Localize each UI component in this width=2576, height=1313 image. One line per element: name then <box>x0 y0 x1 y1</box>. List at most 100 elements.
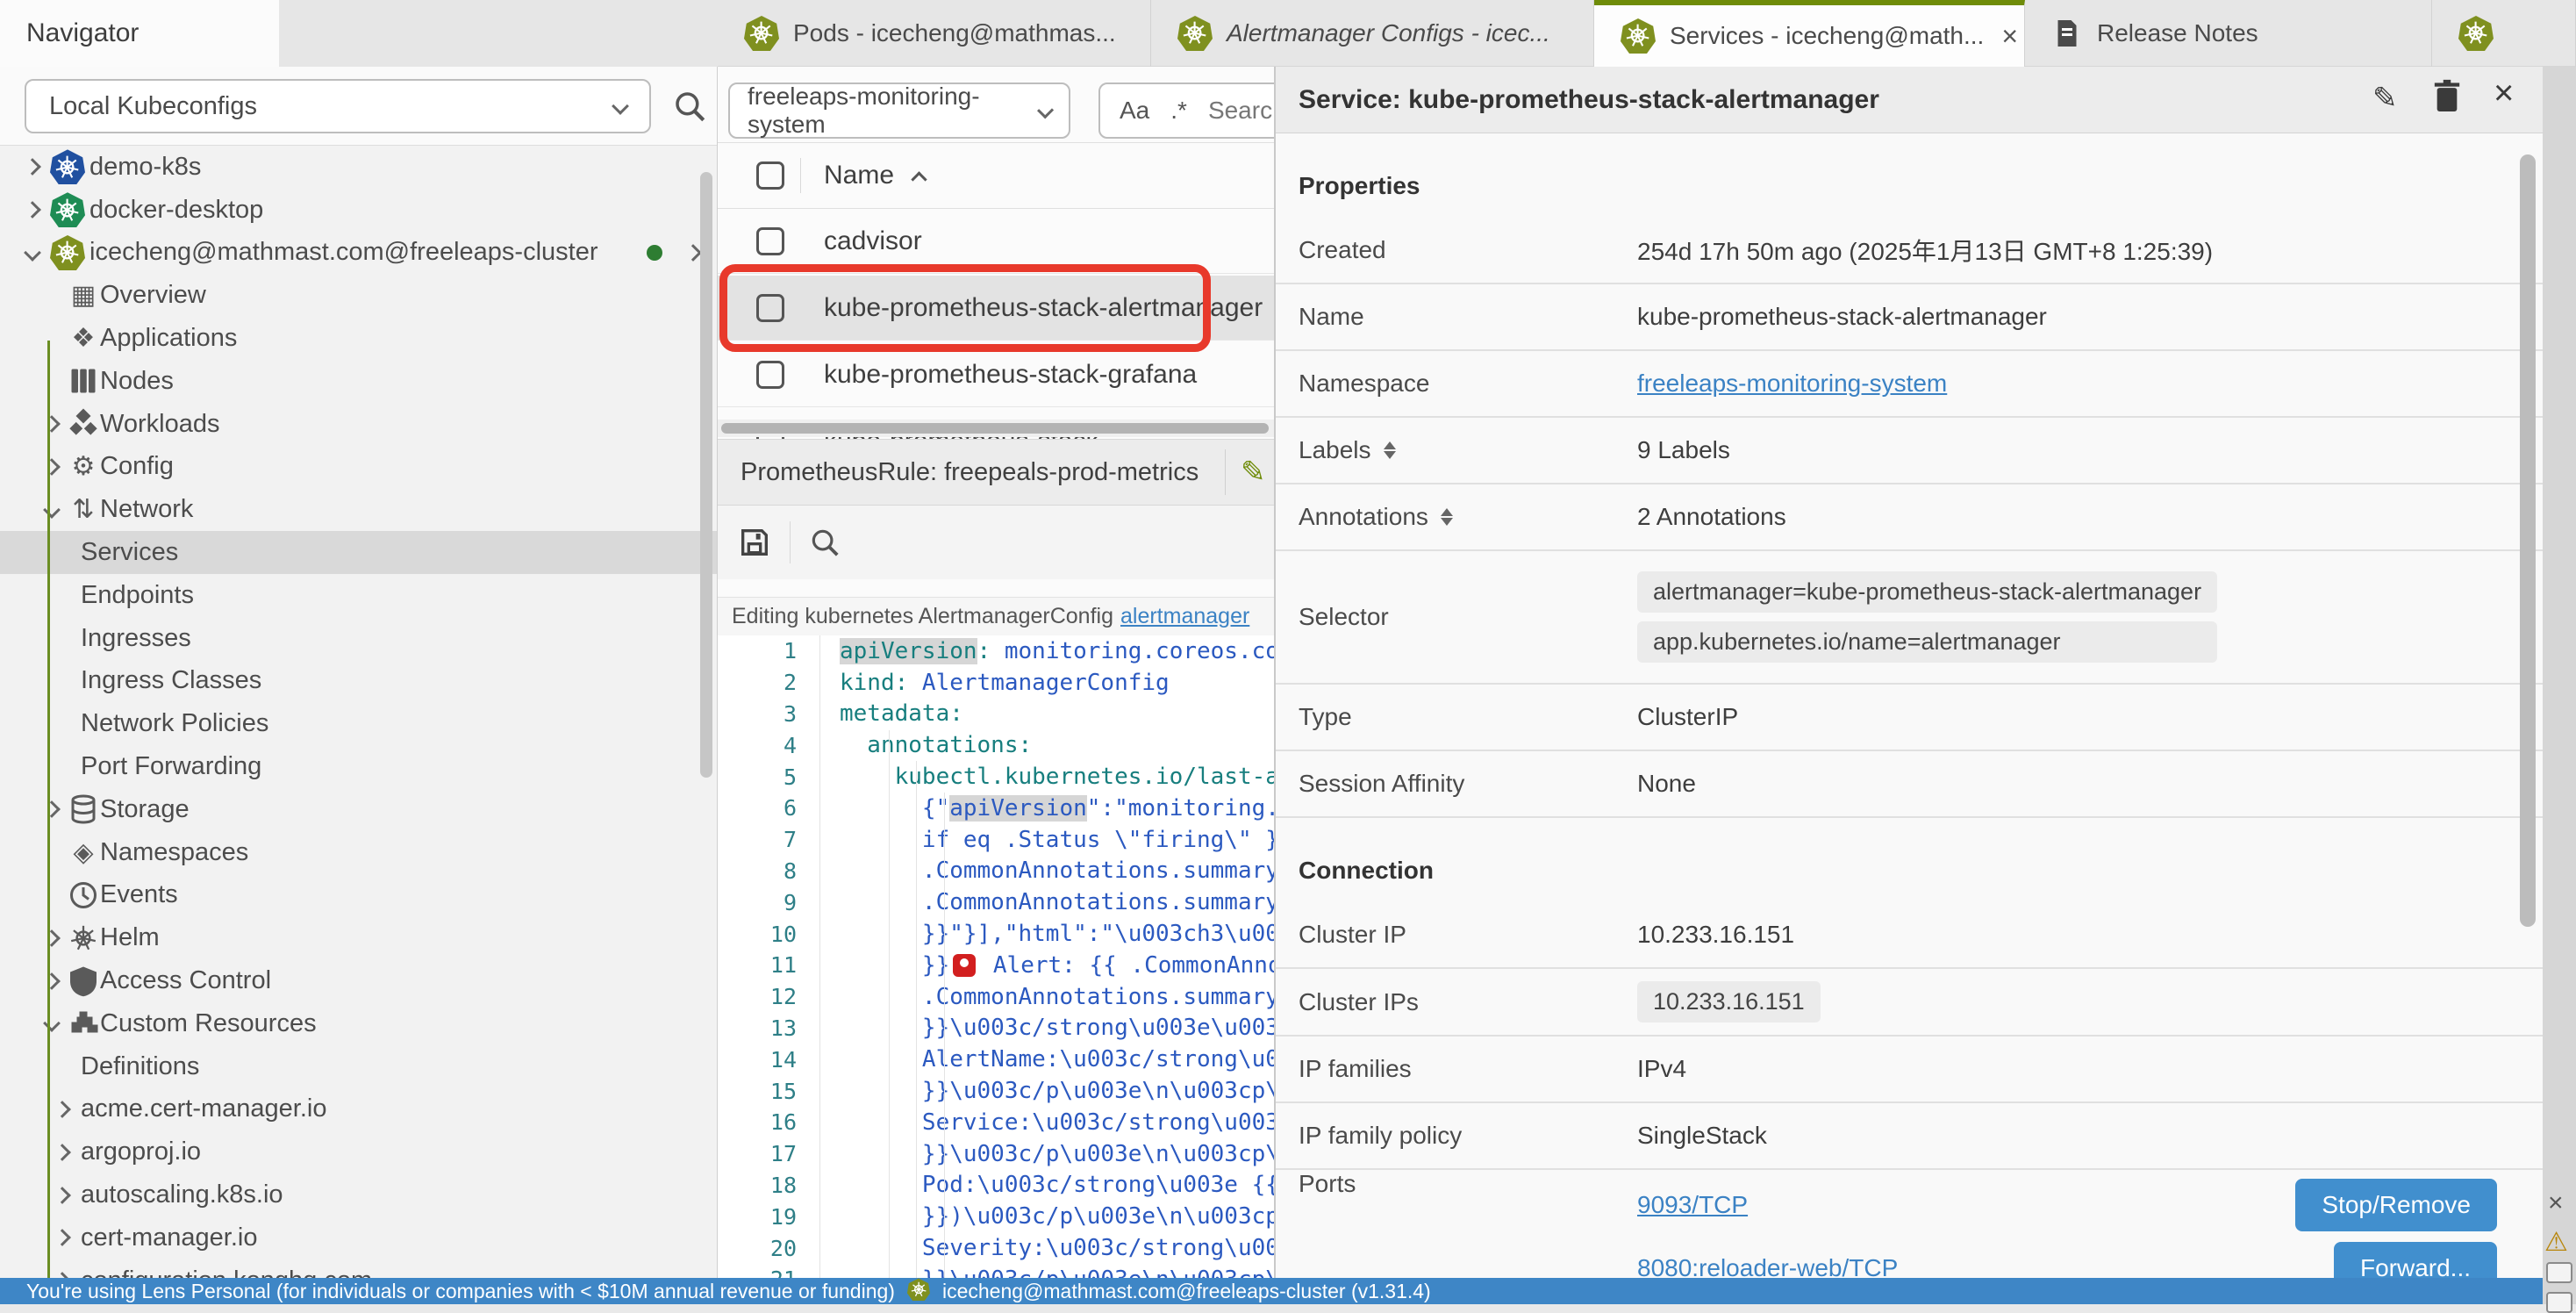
tab-alertmanager[interactable]: Alertmanager Configs - icec... <box>1151 0 1594 67</box>
table-row[interactable]: cadvisor <box>718 209 1274 274</box>
row-checkbox[interactable] <box>756 361 784 389</box>
navigator-sidebar: Local Kubeconfigs demo-k8sdocker-desktop… <box>0 67 718 1304</box>
delete-service-icon[interactable] <box>2432 79 2462 114</box>
row-checkbox[interactable] <box>756 294 784 322</box>
chevron-down-icon[interactable] <box>24 244 41 262</box>
detail-title: Service: kube-prometheus-stack-alertmana… <box>1299 85 1879 115</box>
sidebar-item-events[interactable]: Events <box>0 874 717 917</box>
scrollbar-thumb[interactable] <box>721 423 1269 434</box>
sidebar-item-network-policies[interactable]: Network Policies <box>0 702 717 745</box>
close-panel-icon[interactable]: × <box>2494 74 2514 113</box>
detail-label-text: Selector <box>1299 603 1389 631</box>
editor-toolbar <box>718 506 1274 579</box>
chevron-right-icon[interactable] <box>24 201 41 219</box>
chevron-right-icon[interactable] <box>43 458 61 476</box>
line-number: 1 <box>718 638 819 664</box>
code-text: annotations: <box>819 729 1032 761</box>
kubeconfig-select[interactable]: Local Kubeconfigs <box>25 79 651 133</box>
chevron-right-icon[interactable] <box>43 415 61 433</box>
storage-icon <box>67 793 100 826</box>
navigator-title: Navigator <box>26 18 139 48</box>
chevron-down-icon[interactable] <box>43 1015 61 1032</box>
sidebar-item-overview[interactable]: ▦Overview <box>0 274 717 317</box>
code-segment: }}\u003c/strong\u003e\u003c/h3 <box>840 1015 1274 1041</box>
sidebar-item-argoproj-io[interactable]: argoproj.io <box>0 1130 717 1173</box>
tab-pods[interactable]: Pods - icecheng@mathmas... <box>718 0 1151 67</box>
sort-toggle-icon[interactable] <box>1384 441 1396 459</box>
tab-release[interactable]: Release Notes <box>2025 0 2432 67</box>
chevron-right-icon[interactable] <box>54 1144 71 1161</box>
regex-toggle[interactable]: .* <box>1170 97 1187 125</box>
sidebar-item-ingresses[interactable]: Ingresses <box>0 617 717 660</box>
chevron-right-icon[interactable] <box>43 800 61 818</box>
sidebar-item-acme-cert-manager-io[interactable]: acme.cert-manager.io <box>0 1088 717 1131</box>
row-checkbox[interactable] <box>756 227 784 255</box>
sidebar-item-custom-resources[interactable]: Custom Resources <box>0 1002 717 1045</box>
tab-navigator[interactable]: Navigator <box>0 0 279 67</box>
chevron-right-icon[interactable] <box>43 929 61 947</box>
sidebar-item-demo-k8s[interactable]: demo-k8s <box>0 146 717 189</box>
sidebar-item-workloads[interactable]: Workloads <box>0 403 717 446</box>
sidebar-item-ingress-classes[interactable]: Ingress Classes <box>0 660 717 703</box>
port-action-button[interactable]: Stop/Remove <box>2295 1179 2497 1231</box>
sidebar-item-label: Access Control <box>100 966 271 995</box>
sort-ascending-icon[interactable] <box>911 171 927 187</box>
close-tab-icon[interactable]: × <box>1998 20 2021 53</box>
chevron-right-icon[interactable] <box>24 158 41 176</box>
sidebar-item-endpoints[interactable]: Endpoints <box>0 574 717 617</box>
sidebar-item-label: Config <box>100 452 174 481</box>
detail-scrollbar[interactable] <box>2520 154 2536 927</box>
chevron-right-icon[interactable] <box>43 972 61 990</box>
namespace-link[interactable]: freeleaps-monitoring-system <box>1637 370 1947 398</box>
sidebar-item-nodes[interactable]: Nodes <box>0 360 717 403</box>
detail-label: Name <box>1299 303 1637 331</box>
sidebar-item-icecheng-mathmast-com-freeleaps-cluster[interactable]: icecheng@mathmast.com@freeleaps-cluster <box>0 232 717 275</box>
name-column-header[interactable]: Name <box>824 161 894 190</box>
tab-partial[interactable] <box>2432 0 2576 67</box>
namespace-select[interactable]: freeleaps-monitoring-system <box>728 83 1070 139</box>
sidebar-item-cert-manager-io[interactable]: cert-manager.io <box>0 1216 717 1259</box>
alertmanager-config-link[interactable]: alertmanager <box>1120 604 1249 629</box>
yaml-editor[interactable]: 1apiVersion: monitoring.coreos.com/v12ki… <box>718 635 1274 1278</box>
sidebar-item-access-control[interactable]: Access Control <box>0 959 717 1002</box>
sort-toggle-icon[interactable] <box>1441 508 1453 526</box>
sidebar-item-applications[interactable]: ❖Applications <box>0 317 717 360</box>
chevron-right-icon[interactable] <box>684 244 702 262</box>
sidebar-search-icon[interactable] <box>671 88 708 125</box>
save-icon[interactable] <box>737 525 772 560</box>
select-all-checkbox[interactable] <box>756 161 784 190</box>
sidebar-item-helm[interactable]: Helm <box>0 916 717 959</box>
sidebar-item-autoscaling-k8s-io[interactable]: autoscaling.k8s.io <box>0 1173 717 1216</box>
sidebar-item-network[interactable]: ⇅Network <box>0 488 717 531</box>
detail-row-ip-family-policy: IP family policySingleStack <box>1276 1103 2543 1170</box>
chevron-right-icon[interactable] <box>54 1101 71 1118</box>
edit-rule-icon[interactable]: ✎ <box>1241 455 1266 490</box>
chevron-right-icon[interactable] <box>54 1229 71 1246</box>
line-number: 20 <box>718 1236 819 1261</box>
sidebar-scrollbar[interactable] <box>700 172 712 778</box>
sidebar-item-storage[interactable]: Storage <box>0 788 717 831</box>
table-row[interactable]: kube-prometheus-stack-alertmanager <box>718 276 1274 341</box>
tab-label: Services - icecheng@math... <box>1670 22 1984 50</box>
connected-cluster-label[interactable]: icecheng@mathmast.com@freeleaps-cluster … <box>942 1280 1431 1303</box>
table-row[interactable]: kube-prometheus-stack-grafana <box>718 342 1274 407</box>
network-icon: ⇅ <box>67 493 100 527</box>
tab-services[interactable]: Services - icecheng@math... × <box>1594 0 2025 67</box>
match-case-toggle[interactable]: Aa <box>1120 97 1149 125</box>
sidebar-item-services[interactable]: Services <box>0 531 717 574</box>
edit-service-icon[interactable]: ✎ <box>2372 81 2398 116</box>
sidebar-item-namespaces[interactable]: ◈Namespaces <box>0 831 717 874</box>
sidebar-item-docker-desktop[interactable]: docker-desktop <box>0 189 717 232</box>
code-segment: annotations: <box>840 732 1032 758</box>
search-input[interactable]: Aa .* Search <box>1098 83 1274 139</box>
detail-label: IP family policy <box>1299 1122 1637 1150</box>
horizontal-scrollbar[interactable] <box>718 420 1274 437</box>
editor-search-icon[interactable] <box>808 526 841 559</box>
sidebar-item-definitions[interactable]: Definitions <box>0 1045 717 1088</box>
chevron-down-icon[interactable] <box>43 501 61 519</box>
chevron-right-icon[interactable] <box>54 1187 71 1204</box>
port-link[interactable]: 9093/TCP <box>1637 1191 1748 1219</box>
sidebar-item-config[interactable]: ⚙Config <box>0 446 717 489</box>
code-segment: }})\u003c/p\u003e\n\u003cp\u00 <box>840 1203 1274 1230</box>
sidebar-item-port-forwarding[interactable]: Port Forwarding <box>0 745 717 788</box>
